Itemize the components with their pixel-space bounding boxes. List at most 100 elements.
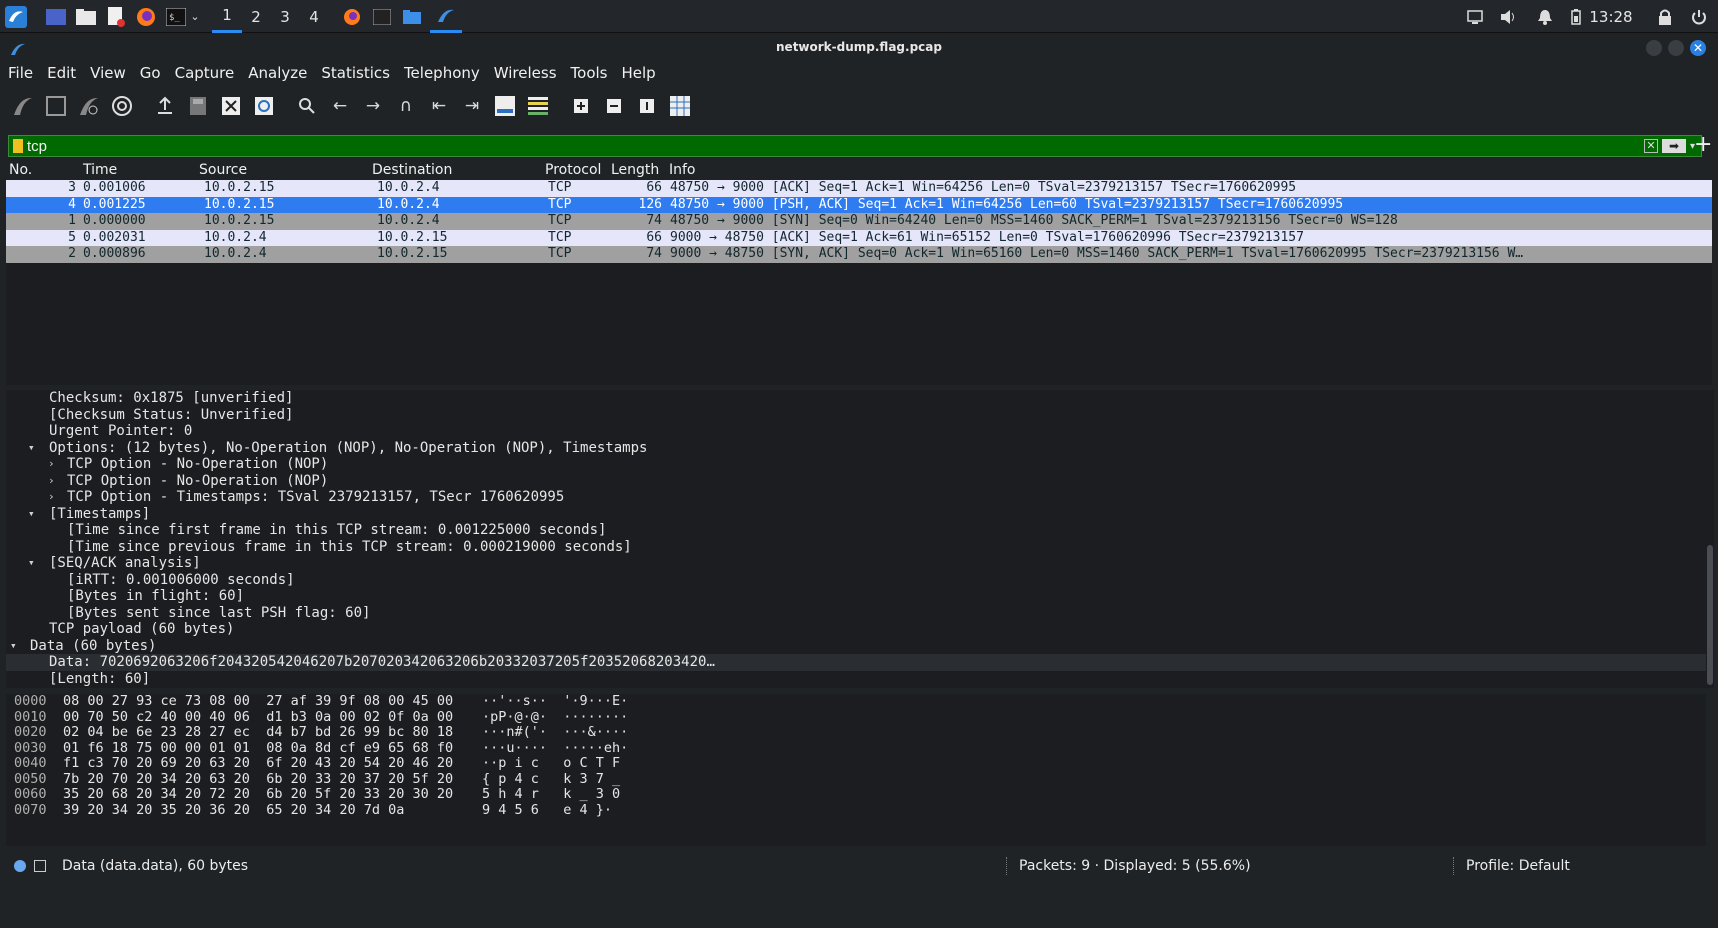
lock-icon[interactable] <box>1654 0 1676 33</box>
details-scrollbar[interactable] <box>1706 390 1714 688</box>
menu-capture[interactable]: Capture <box>175 64 235 82</box>
desktop-icon[interactable] <box>44 0 68 33</box>
detail-option-row[interactable]: › TCP Option - No-Operation (NOP) <box>6 456 1706 473</box>
detail-line[interactable]: [Time since previous frame in this TCP s… <box>6 539 1706 556</box>
detail-line[interactable]: Checksum: 0x1875 [unverified] <box>6 390 1706 407</box>
start-capture-icon[interactable] <box>10 93 36 119</box>
col-length[interactable]: Length <box>608 160 666 180</box>
detail-line[interactable]: TCP payload (60 bytes) <box>6 621 1706 638</box>
menu-edit[interactable]: Edit <box>47 64 76 82</box>
expanded-arrow-icon[interactable]: ▾ <box>28 555 35 572</box>
apply-filter-icon[interactable]: ➡ <box>1661 139 1686 153</box>
status-profile[interactable]: Profile: Default <box>1466 858 1570 874</box>
packet-row[interactable]: 2 0.000896 10.0.2.4 10.0.2.15 TCP 74 9000 → 48… <box>6 246 1712 263</box>
bookmark-icon[interactable] <box>13 139 23 153</box>
detail-line[interactable]: [iRTT: 0.001006000 seconds] <box>6 572 1706 589</box>
first-packet-icon[interactable]: ⇤ <box>426 93 452 119</box>
collapsed-arrow-icon[interactable]: › <box>48 456 55 473</box>
resize-columns-icon[interactable] <box>667 93 693 119</box>
expert-info-icon[interactable] <box>14 860 26 872</box>
menu-wireless[interactable]: Wireless <box>494 64 557 82</box>
workspace-3[interactable]: 3 <box>270 0 300 33</box>
col-no[interactable]: No. <box>6 160 80 180</box>
menu-analyze[interactable]: Analyze <box>248 64 307 82</box>
detail-options-row[interactable]: ▾ Options: (12 bytes), No-Operation (NOP)… <box>6 440 1706 457</box>
workspace-1[interactable]: 1 <box>212 0 242 33</box>
bytes-row[interactable]: 0030 01 f6 18 75 00 00 01 01 08 0a 8d cf … <box>6 740 1706 757</box>
collapsed-arrow-icon[interactable]: › <box>48 473 55 490</box>
back-arrow-icon[interactable]: ← <box>327 93 353 119</box>
detail-line[interactable]: [Time since first frame in this TCP stre… <box>6 522 1706 539</box>
detail-timestamps-row[interactable]: ▾ [Timestamps] <box>6 506 1706 523</box>
detail-line[interactable]: [Bytes sent since last PSH flag: 60] <box>6 605 1706 622</box>
zoom-out-icon[interactable] <box>601 93 627 119</box>
clear-filter-icon[interactable]: ✕ <box>1643 139 1658 153</box>
zoom-in-icon[interactable] <box>568 93 594 119</box>
packet-row-selected[interactable]: 4 0.001225 10.0.2.15 10.0.2.4 TCP 126 48750 → … <box>6 196 1712 213</box>
menu-telephony[interactable]: Telephony <box>404 64 480 82</box>
volume-icon[interactable] <box>1498 0 1520 33</box>
col-source[interactable]: Source <box>196 160 369 180</box>
bytes-row[interactable]: 0040 f1 c3 70 20 69 20 63 20 6f 20 43 20 … <box>6 755 1706 772</box>
power-icon[interactable] <box>1688 0 1710 33</box>
bytes-row[interactable]: 0010 00 70 50 c2 40 00 40 06 d1 b3 0a 00 … <box>6 709 1706 726</box>
open-file-icon[interactable] <box>152 93 178 119</box>
firefox-icon[interactable] <box>134 0 158 33</box>
clock[interactable]: 13:28 <box>1586 0 1636 33</box>
scrollbar-thumb[interactable] <box>1707 545 1713 685</box>
menu-file[interactable]: File <box>8 64 33 82</box>
last-packet-icon[interactable]: ⇥ <box>459 93 485 119</box>
packet-row[interactable]: 5 0.002031 10.0.2.4 10.0.2.15 TCP 66 9000 → 48… <box>6 229 1712 246</box>
workspace-4[interactable]: 4 <box>299 0 329 33</box>
reload-file-icon[interactable] <box>251 93 277 119</box>
bytes-row[interactable]: 0070 39 20 34 20 35 20 36 20 65 20 34 20 … <box>6 802 1706 819</box>
col-time[interactable]: Time <box>80 160 196 180</box>
menu-statistics[interactable]: Statistics <box>321 64 390 82</box>
col-destination[interactable]: Destination <box>369 160 542 180</box>
close-file-icon[interactable] <box>218 93 244 119</box>
firefox-task-icon[interactable] <box>340 0 364 33</box>
menu-view[interactable]: View <box>90 64 126 82</box>
chevron-down-icon[interactable]: ⌄ <box>188 0 202 33</box>
save-file-icon[interactable] <box>185 93 211 119</box>
colorize-icon[interactable] <box>525 93 551 119</box>
title-bar[interactable]: network-dump.flag.pcap ✕ <box>0 34 1718 60</box>
expanded-arrow-icon[interactable]: ▾ <box>28 506 35 523</box>
collapsed-arrow-icon[interactable]: › <box>48 489 55 506</box>
capture-options-icon[interactable] <box>109 93 135 119</box>
folder-task-icon[interactable] <box>400 0 424 33</box>
detail-line[interactable]: [Bytes in flight: 60] <box>6 588 1706 605</box>
bytes-row[interactable]: 0060 35 20 68 20 34 20 72 20 6b 20 5f 20 … <box>6 786 1706 803</box>
bytes-row[interactable]: 0000 08 00 27 93 ce 73 08 00 27 af 39 9f … <box>6 693 1706 710</box>
col-protocol[interactable]: Protocol <box>542 160 608 180</box>
maximize-button[interactable] <box>1668 40 1684 56</box>
wireshark-task-icon[interactable] <box>430 0 462 33</box>
go-to-packet-icon[interactable]: ∩ <box>393 93 419 119</box>
menu-help[interactable]: Help <box>621 64 655 82</box>
text-editor-icon[interactable] <box>104 0 128 33</box>
bytes-row[interactable]: 0020 02 04 be 6e 23 28 27 ec d4 b7 bd 26 … <box>6 724 1706 741</box>
col-info[interactable]: Info <box>666 160 1712 180</box>
file-manager-icon[interactable] <box>74 0 98 33</box>
terminal-icon[interactable]: $_ <box>164 0 188 33</box>
menu-tools[interactable]: Tools <box>571 64 608 82</box>
display-icon[interactable] <box>1464 0 1486 33</box>
detail-line[interactable]: [Length: 60] <box>6 671 1706 688</box>
menu-go[interactable]: Go <box>140 64 161 82</box>
minimize-button[interactable] <box>1646 40 1662 56</box>
restart-capture-icon[interactable] <box>76 93 102 119</box>
detail-data-row[interactable]: ▾ Data (60 bytes) <box>6 638 1706 655</box>
capture-comment-icon[interactable] <box>34 860 46 872</box>
expanded-arrow-icon[interactable]: ▾ <box>28 440 35 457</box>
detail-line[interactable]: Urgent Pointer: 0 <box>6 423 1706 440</box>
terminal-task-icon[interactable] <box>370 0 394 33</box>
detail-line[interactable]: [Checksum Status: Unverified] <box>6 407 1706 424</box>
detail-seqack-row[interactable]: ▾ [SEQ/ACK analysis] <box>6 555 1706 572</box>
packet-row[interactable]: 3 0.001006 10.0.2.15 10.0.2.4 TCP 66 48750 → 9… <box>6 180 1712 197</box>
add-filter-button-icon[interactable]: + <box>1694 132 1712 157</box>
close-button[interactable]: ✕ <box>1690 40 1706 56</box>
forward-arrow-icon[interactable]: → <box>360 93 386 119</box>
notification-bell-icon[interactable] <box>1534 0 1556 33</box>
normal-size-icon[interactable] <box>634 93 660 119</box>
display-filter-input[interactable] <box>23 136 1644 156</box>
